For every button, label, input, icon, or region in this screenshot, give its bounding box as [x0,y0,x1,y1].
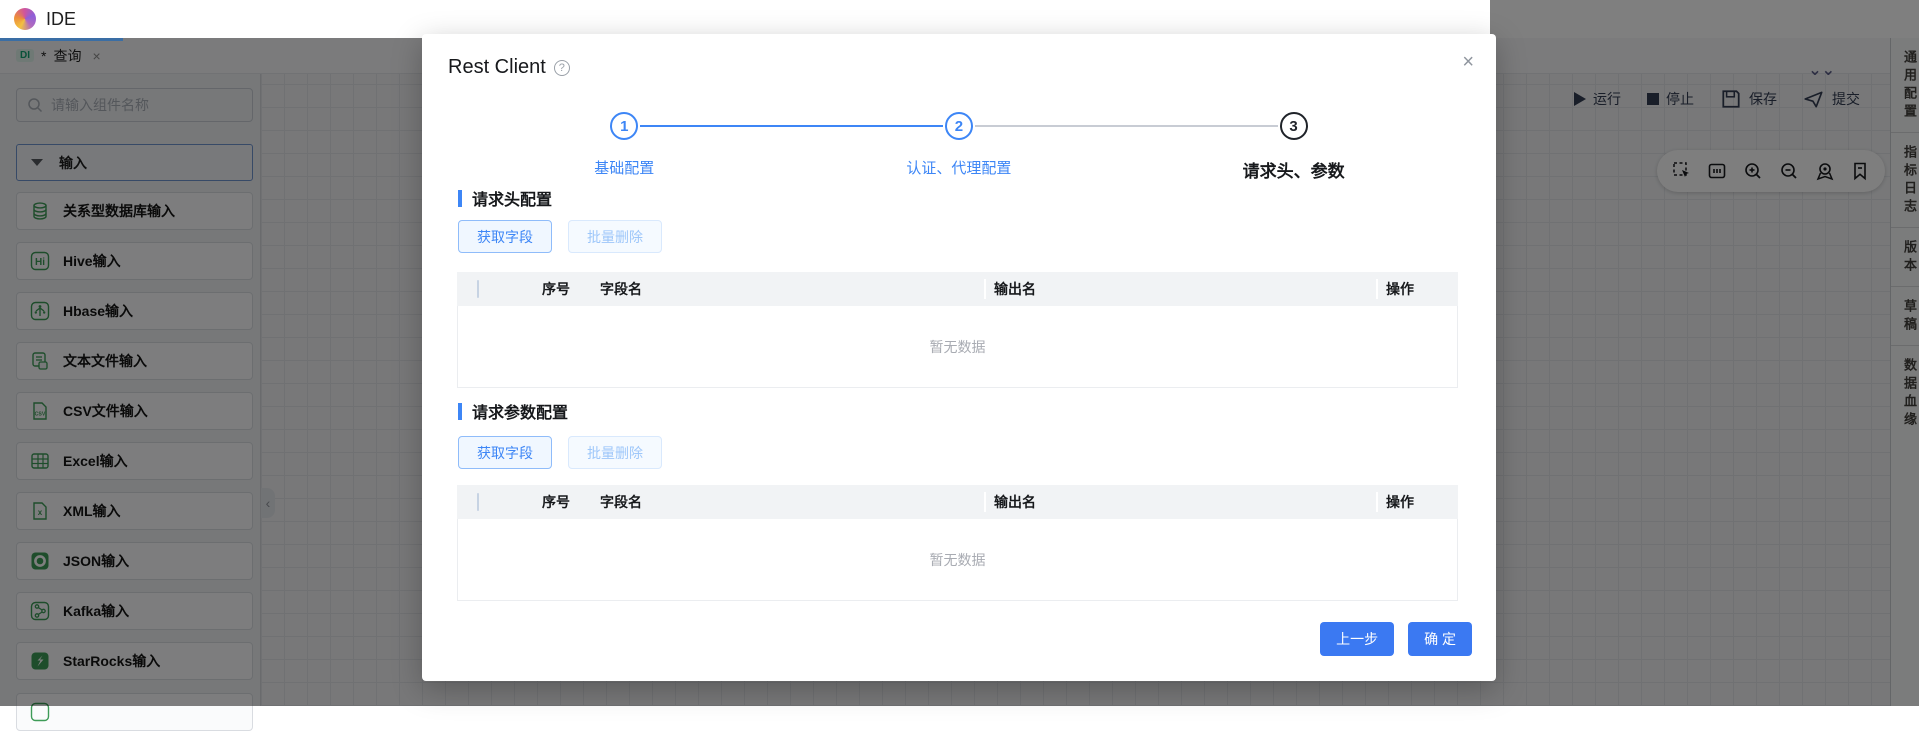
step-1[interactable]: 1 基础配置 [457,112,792,178]
section-request-params: 请求参数配置 [458,399,568,423]
select-all-cell [457,281,527,297]
step-3-circle: 3 [1280,112,1308,140]
section-accent-bar [458,403,462,420]
app-logo-icon [14,8,36,30]
help-icon[interactable]: ? [554,60,570,76]
empty-state-text: 暂无数据 [930,550,986,570]
section-accent-bar [458,190,462,207]
select-all-checkbox[interactable] [477,280,479,298]
top-bar-left: IDE [0,0,1490,38]
dialog-footer: 上一步 确 定 [1320,622,1472,656]
params-actions: 获取字段 批量删除 [458,436,662,469]
table-header-row: 序号 字段名 输出名 操作 [457,272,1458,306]
col-actions: 操作 [1378,492,1458,512]
confirm-button[interactable]: 确 定 [1408,622,1472,656]
fetch-fields-button[interactable]: 获取字段 [458,220,552,253]
step-2[interactable]: 2 认证、代理配置 [792,112,1127,178]
step-1-circle: 1 [610,112,638,140]
col-actions: 操作 [1378,279,1458,299]
select-all-checkbox[interactable] [477,493,479,511]
select-all-cell [457,494,527,510]
dialog-title: Rest Client [448,56,546,79]
headers-actions: 获取字段 批量删除 [458,220,662,253]
empty-state-text: 暂无数据 [930,337,986,357]
step-2-label: 认证、代理配置 [906,157,1011,178]
dialog-header: Rest Client ? [448,56,570,79]
step-3-label: 请求头、参数 [1243,157,1345,182]
step-2-circle: 2 [945,112,973,140]
col-index: 序号 [527,492,592,512]
section-title: 请求参数配置 [472,399,568,423]
fetch-fields-button[interactable]: 获取字段 [458,436,552,469]
empty-table-body: 暂无数据 [457,306,1458,388]
headers-table: 序号 字段名 输出名 操作 暂无数据 [457,272,1458,388]
rest-client-dialog: Rest Client ? × 1 基础配置 2 认证、代理配置 3 请求头、参… [422,34,1496,681]
app-title: IDE [46,9,76,30]
col-field-name: 字段名 [592,279,986,299]
batch-delete-button[interactable]: 批量删除 [568,436,662,469]
previous-step-button[interactable]: 上一步 [1320,622,1394,656]
table-header-row: 序号 字段名 输出名 操作 [457,485,1458,519]
col-index: 序号 [527,279,592,299]
section-request-headers: 请求头配置 [458,186,552,210]
col-output-name: 输出名 [986,492,1378,512]
step-1-label: 基础配置 [594,157,654,178]
wizard-stepper: 1 基础配置 2 认证、代理配置 3 请求头、参数 [457,112,1461,182]
step-3[interactable]: 3 请求头、参数 [1126,112,1461,182]
params-table: 序号 字段名 输出名 操作 暂无数据 [457,485,1458,601]
close-icon[interactable]: × [1462,52,1474,72]
empty-table-body: 暂无数据 [457,519,1458,601]
col-output-name: 输出名 [986,279,1378,299]
active-tab-indicator [0,38,123,41]
col-field-name: 字段名 [592,492,986,512]
section-title: 请求头配置 [472,186,552,210]
batch-delete-button[interactable]: 批量删除 [568,220,662,253]
